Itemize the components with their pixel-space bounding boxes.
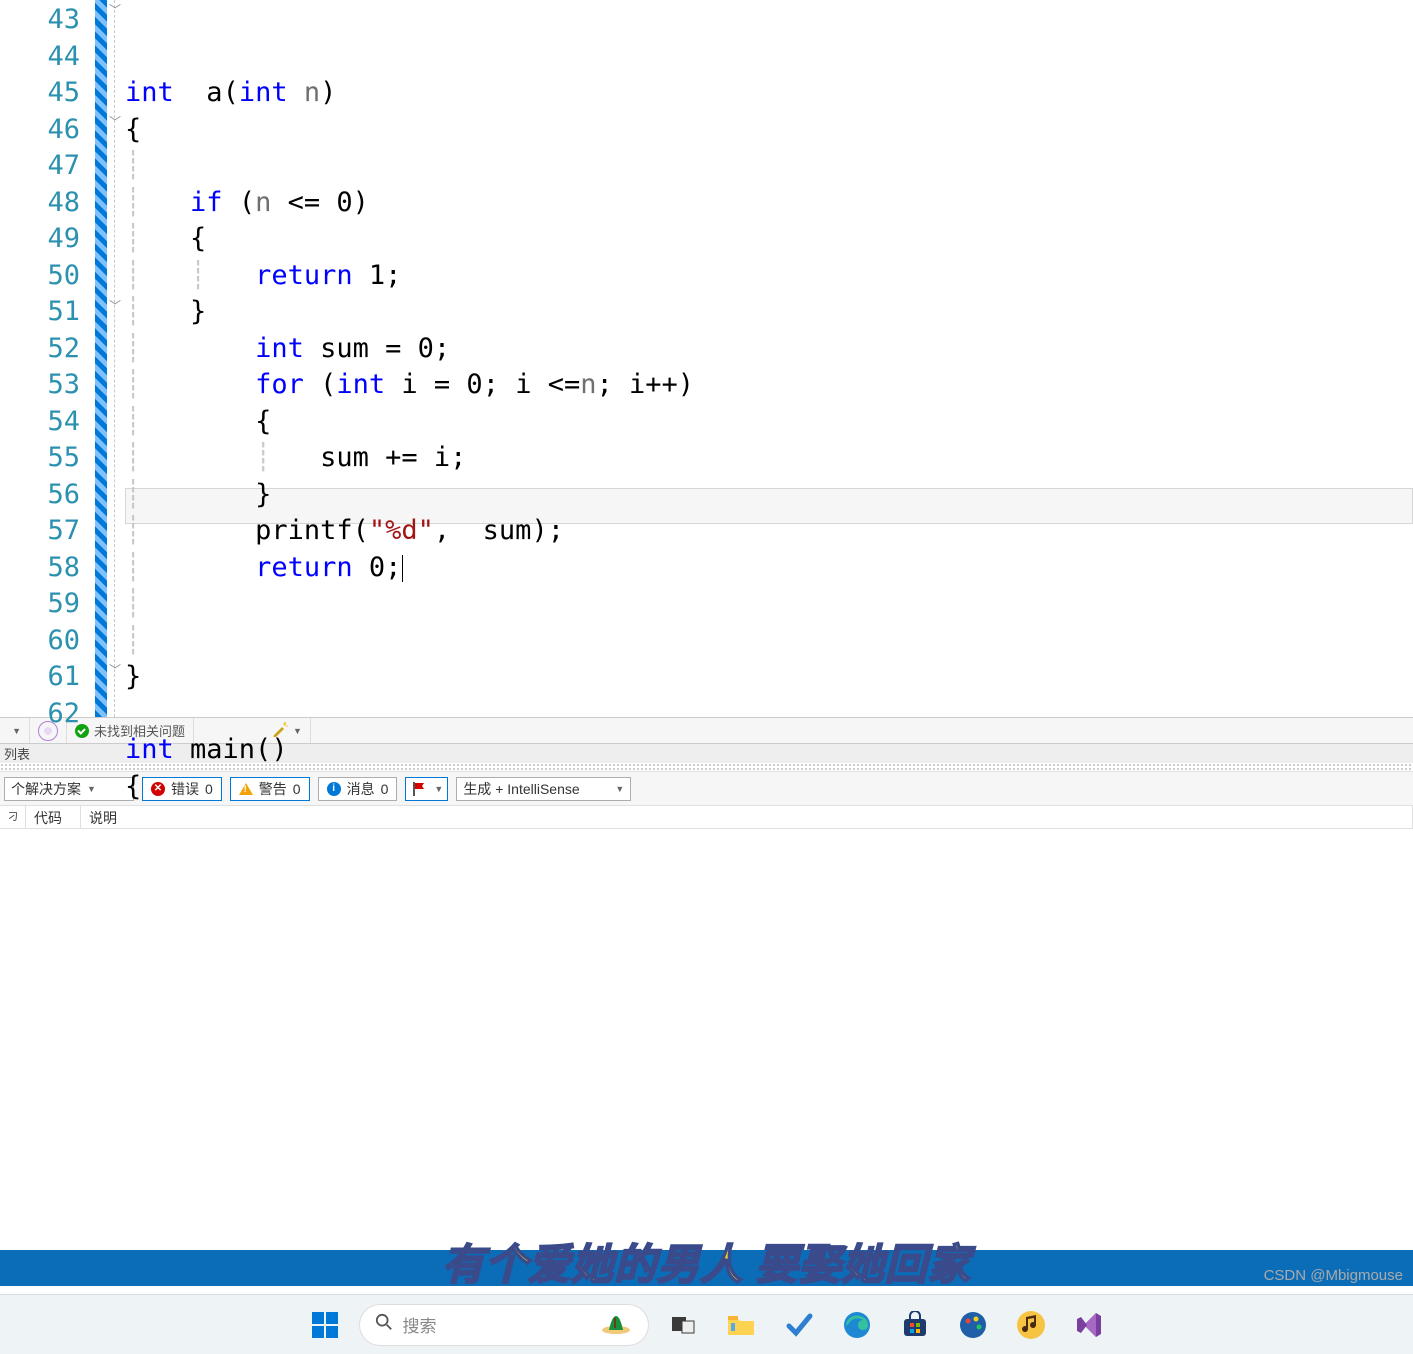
code-content[interactable]: int a(int n) { ┊ ┊ if (n <= 0) ┊ { ┊ ┊ r… — [125, 0, 1413, 717]
taskbar-search[interactable]: 搜索 — [359, 1304, 649, 1346]
modification-stripe — [95, 0, 107, 717]
watermark: CSDN @Mbigmouse — [1264, 1267, 1403, 1284]
store-icon — [900, 1310, 930, 1340]
file-explorer-button[interactable] — [717, 1301, 765, 1349]
check-icon — [75, 724, 89, 738]
fold-toggle-icon[interactable]: ﹀ — [109, 116, 121, 128]
edge-icon — [842, 1310, 872, 1340]
subtitle-overlay: 有个爱她的男人 要娶她回家 — [0, 1231, 1413, 1292]
search-art-icon — [599, 1308, 633, 1341]
visual-studio-button[interactable] — [1065, 1301, 1113, 1349]
windows-taskbar[interactable]: 搜索 — [0, 1294, 1413, 1354]
start-button[interactable] — [301, 1301, 349, 1349]
windows-logo-icon — [309, 1309, 341, 1341]
fold-gutter[interactable]: ﹀ ﹀ ﹀ ﹀ — [107, 0, 125, 717]
fold-toggle-icon[interactable]: ﹀ — [109, 300, 121, 312]
task-view-icon — [668, 1310, 698, 1340]
fold-toggle-icon[interactable]: ﹀ — [109, 664, 121, 676]
todo-app-button[interactable] — [775, 1301, 823, 1349]
line-number-gutter: 43 44 45 46 47 48 49 50 51 52 53 54 55 5… — [0, 0, 95, 717]
col-code[interactable]: 代码 — [26, 806, 81, 828]
app1-button[interactable] — [949, 1301, 997, 1349]
store-button[interactable] — [891, 1301, 939, 1349]
music-app-button[interactable] — [1007, 1301, 1055, 1349]
vs-icon — [1074, 1310, 1104, 1340]
check-icon — [784, 1310, 814, 1340]
palette-icon — [958, 1310, 988, 1340]
solution-scope-dropdown[interactable]: 个解决方案 ▼ — [4, 777, 134, 801]
edge-button[interactable] — [833, 1301, 881, 1349]
folder-icon — [726, 1310, 756, 1340]
search-placeholder: 搜索 — [403, 1312, 437, 1337]
music-icon — [1016, 1310, 1046, 1340]
search-icon — [375, 1313, 393, 1336]
code-editor[interactable]: 43 44 45 46 47 48 49 50 51 52 53 54 55 5… — [0, 0, 1413, 717]
fold-toggle-icon[interactable]: ﹀ — [109, 4, 121, 16]
col-icon[interactable]: 刁 — [0, 806, 26, 828]
task-view-button[interactable] — [659, 1301, 707, 1349]
